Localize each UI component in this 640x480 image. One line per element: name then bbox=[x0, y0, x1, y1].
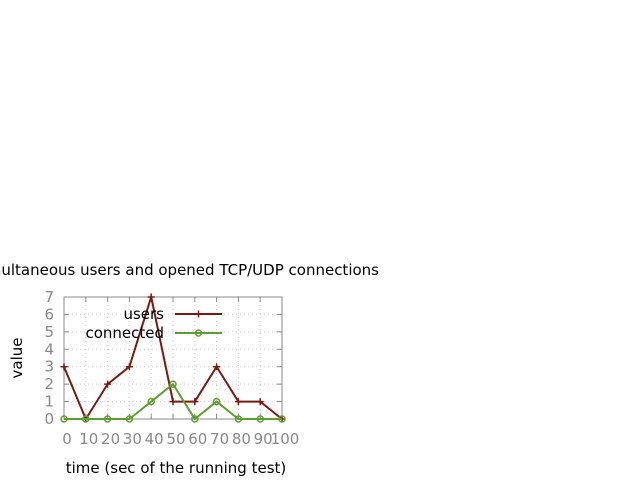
legend-label-connected: connected bbox=[85, 324, 164, 342]
chart: Simultaneous users and opened TCP/UDP co… bbox=[0, 261, 379, 477]
x-axis-ticks: 0 10 20 30 40 50 60 70 80 90100 bbox=[62, 297, 299, 448]
x-tick-label: 10 bbox=[79, 430, 98, 448]
y-tick-label: 2 bbox=[44, 375, 54, 393]
y-tick-label: 5 bbox=[44, 323, 54, 341]
legend-label-users: users bbox=[123, 305, 164, 323]
data-point-users bbox=[60, 363, 68, 371]
x-tick-label: 70 bbox=[210, 430, 229, 448]
data-point-users bbox=[169, 398, 177, 406]
x-axis-title: time (sec of the running test) bbox=[66, 459, 287, 477]
legend-marker-users bbox=[195, 310, 202, 318]
x-tick-label: 30 bbox=[123, 430, 142, 448]
y-tick-label: 1 bbox=[44, 393, 54, 411]
x-tick-label: 50 bbox=[166, 430, 185, 448]
y-tick-label: 6 bbox=[44, 305, 54, 323]
x-tick-label: 80 bbox=[232, 430, 251, 448]
x-tick-label: 40 bbox=[145, 430, 164, 448]
legend: usersconnected bbox=[85, 305, 222, 342]
y-axis-title: value bbox=[8, 338, 26, 379]
chart-title: Simultaneous users and opened TCP/UDP co… bbox=[0, 261, 379, 279]
data-point-users bbox=[147, 293, 155, 301]
x-tick-label: 100 bbox=[271, 430, 300, 448]
y-tick-label: 3 bbox=[44, 358, 54, 376]
x-tick-label: 0 bbox=[62, 430, 72, 448]
x-tick-label: 20 bbox=[101, 430, 120, 448]
x-tick-label: 60 bbox=[188, 430, 207, 448]
y-tick-label: 7 bbox=[44, 288, 54, 306]
y-tick-label: 4 bbox=[44, 340, 54, 358]
y-tick-label: 0 bbox=[44, 410, 54, 428]
